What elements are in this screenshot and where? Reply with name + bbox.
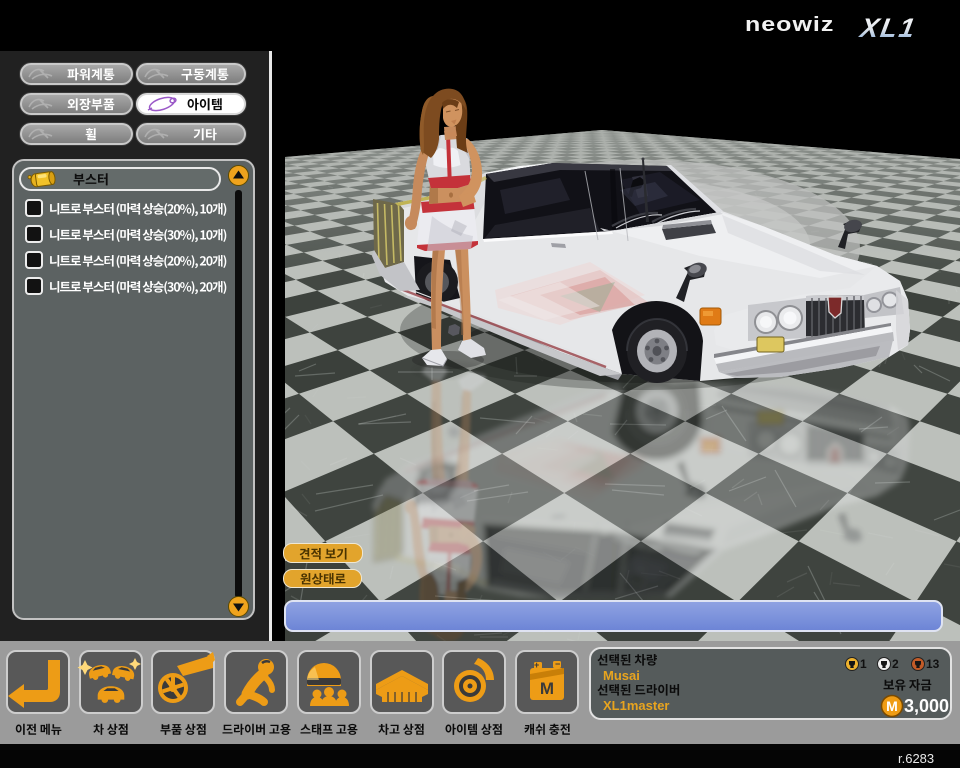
svg-text:XL1: XL1: [858, 12, 919, 42]
svg-text:−: −: [555, 659, 560, 669]
svg-text:+: +: [534, 660, 539, 670]
svg-text:M: M: [886, 698, 898, 714]
svg-text:M: M: [540, 679, 554, 698]
